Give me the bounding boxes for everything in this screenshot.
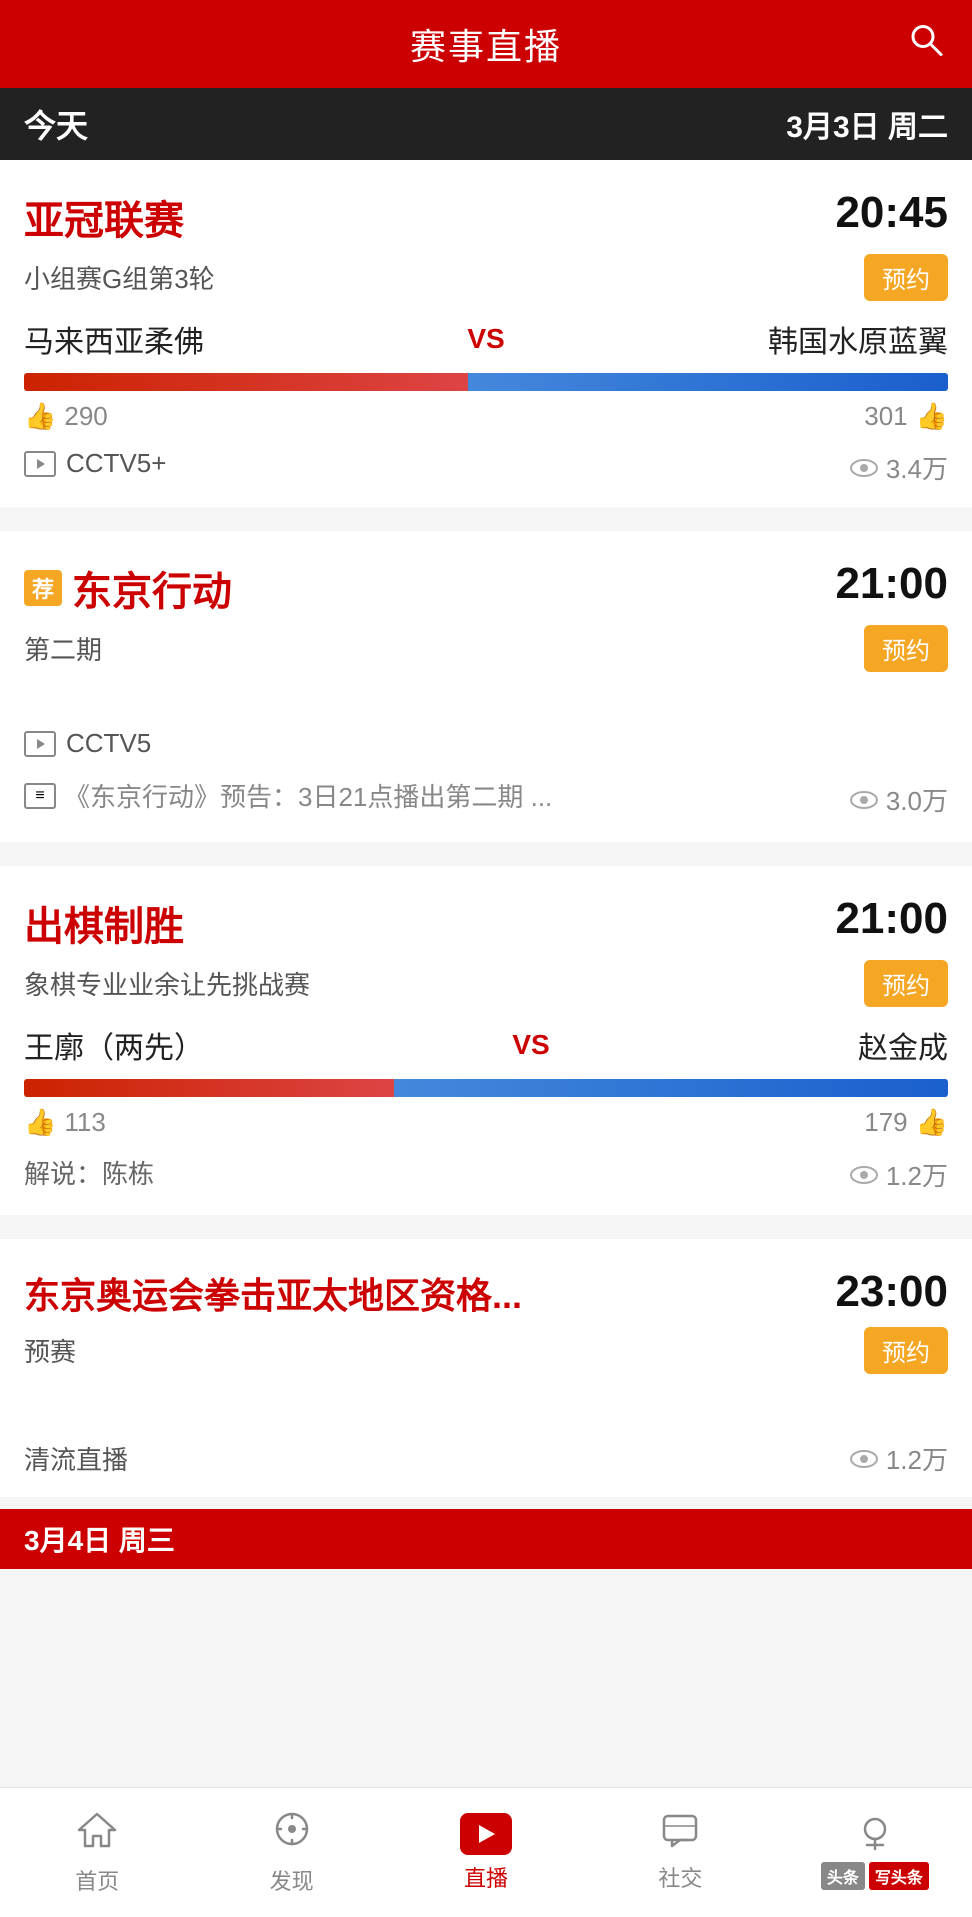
eye-icon-tokyo-action xyxy=(850,790,878,810)
main-content: 亚冠联赛 20:45 小组赛G组第3轮 预约 马来西亚柔佛 VS 韩国水原蓝翼 … xyxy=(0,160,972,1709)
toutiao-label: 头条 xyxy=(821,1862,865,1890)
views-row-boxing: 1.2万 xyxy=(850,1440,948,1477)
reserve-button-boxing[interactable]: 预约 xyxy=(864,1327,948,1374)
nav-item-home[interactable]: 首页 xyxy=(0,1810,194,1896)
channel-row-asian-cup: CCTV5+ xyxy=(24,448,166,479)
next-date-label: 3月4日 周三 xyxy=(24,1519,175,1559)
channel-name-boxing: 清流直播 xyxy=(24,1440,128,1477)
current-date: 3月3日 周二 xyxy=(786,102,948,146)
support-left-asian-cup xyxy=(24,373,468,391)
event-subtitle-asian-cup: 小组赛G组第3轮 xyxy=(24,259,215,296)
channel-name-tokyo-action: CCTV5 xyxy=(66,728,151,759)
thumb-up-right-icon: 👍 xyxy=(916,401,948,432)
toutiao-icon xyxy=(855,1815,895,1858)
event-subtitle-boxing: 预赛 xyxy=(24,1332,76,1369)
event-time-asian-cup: 20:45 xyxy=(835,188,948,238)
votes-left-chess: 113 xyxy=(64,1107,105,1138)
views-row-tokyo-action: 3.0万 xyxy=(850,781,948,818)
nav-item-live[interactable]: 直播 xyxy=(389,1813,583,1893)
team-left-chess: 王廓（两先） xyxy=(24,1023,204,1067)
nav-label-home: 首页 xyxy=(75,1864,119,1896)
nav-label-social: 社交 xyxy=(658,1861,702,1893)
votes-right-chess: 179 xyxy=(864,1107,907,1138)
app-header: 赛事直播 xyxy=(0,0,972,88)
eye-icon-asian-cup xyxy=(850,458,878,478)
support-bar-chess xyxy=(24,1079,948,1097)
eye-icon-chess xyxy=(850,1165,878,1185)
tv-icon-tokyo-action xyxy=(24,731,56,757)
live-icon xyxy=(460,1813,512,1855)
nav-label-live: 直播 xyxy=(464,1861,508,1893)
today-label: 今天 xyxy=(24,101,88,147)
support-right-chess xyxy=(394,1079,948,1097)
views-count-asian-cup: 3.4万 xyxy=(886,449,948,486)
event-time-chess: 21:00 xyxy=(835,894,948,944)
event-card-asian-cup: 亚冠联赛 20:45 小组赛G组第3轮 预约 马来西亚柔佛 VS 韩国水原蓝翼 … xyxy=(0,160,972,507)
event-card-tokyo-action: 荐 东京行动 21:00 第二期 预约 CCTV5 ≡ 《东京行动》预告：3日2… xyxy=(0,531,972,842)
event-card-chess: 出棋制胜 21:00 象棋专业业余让先挑战赛 预约 王廓（两先） VS 赵金成 … xyxy=(0,866,972,1215)
team-right-asian-cup: 韩国水原蓝翼 xyxy=(768,317,948,361)
commentator-chess: 解说：陈栋 xyxy=(24,1154,154,1191)
event-subtitle-chess: 象棋专业业余让先挑战赛 xyxy=(24,965,310,1002)
rec-badge-tokyo-action: 荐 xyxy=(24,570,62,606)
views-count-chess: 1.2万 xyxy=(886,1156,948,1193)
nav-item-social[interactable]: 社交 xyxy=(583,1812,777,1893)
team-left-asian-cup: 马来西亚柔佛 xyxy=(24,317,204,361)
event-title-chess[interactable]: 出棋制胜 xyxy=(24,894,184,952)
votes-right-asian-cup: 301 xyxy=(864,401,907,432)
social-icon xyxy=(660,1812,700,1855)
match-teams-asian-cup: 马来西亚柔佛 VS 韩国水原蓝翼 xyxy=(24,317,948,361)
next-date-bar: 3月4日 周三 xyxy=(0,1509,972,1569)
eye-icon-boxing xyxy=(850,1449,878,1469)
write-toutiao-label: 写头条 xyxy=(869,1862,929,1890)
vs-label-asian-cup: VS xyxy=(467,323,504,355)
team-right-chess: 赵金成 xyxy=(858,1023,948,1067)
channel-row-tokyo-action: CCTV5 xyxy=(24,728,151,759)
channel-name-asian-cup: CCTV5+ xyxy=(66,448,166,479)
preview-text-tokyo-action: 《东京行动》预告：3日21点播出第二期 ... xyxy=(64,777,552,814)
views-count-tokyo-action: 3.0万 xyxy=(886,781,948,818)
preview-row-tokyo-action: ≡ 《东京行动》预告：3日21点播出第二期 ... xyxy=(24,777,552,814)
reserve-button-asian-cup[interactable]: 预约 xyxy=(864,254,948,301)
discover-icon xyxy=(272,1810,312,1858)
event-title-asian-cup[interactable]: 亚冠联赛 xyxy=(24,188,184,246)
vs-label-chess: VS xyxy=(512,1029,549,1061)
event-title-tokyo-action[interactable]: 东京行动 xyxy=(72,559,232,617)
support-left-chess xyxy=(24,1079,394,1097)
toutiao-labels: 头条 写头条 xyxy=(821,1862,929,1890)
preview-icon-tokyo-action: ≡ xyxy=(24,783,56,809)
views-count-boxing: 1.2万 xyxy=(886,1440,948,1477)
date-bar: 今天 3月3日 周二 xyxy=(0,88,972,160)
event-time-boxing: 23:00 xyxy=(835,1267,948,1317)
thumb-up-right-icon-chess: 👍 xyxy=(916,1107,948,1138)
reserve-button-chess[interactable]: 预约 xyxy=(864,960,948,1007)
event-title-boxing[interactable]: 东京奥运会拳击亚太地区资格... xyxy=(24,1267,522,1319)
thumb-up-left-icon-chess: 👍 xyxy=(24,1107,56,1138)
search-icon[interactable] xyxy=(908,22,944,67)
tv-icon-asian-cup xyxy=(24,451,56,477)
event-card-boxing: 东京奥运会拳击亚太地区资格... 23:00 预赛 预约 清流直播 1.2万 xyxy=(0,1239,972,1497)
reserve-button-tokyo-action[interactable]: 预约 xyxy=(864,625,948,672)
support-bar-asian-cup xyxy=(24,373,948,391)
votes-row-chess: 👍 113 179 👍 xyxy=(24,1107,948,1138)
match-teams-chess: 王廓（两先） VS 赵金成 xyxy=(24,1023,948,1067)
nav-item-toutiao[interactable]: 头条 写头条 xyxy=(778,1815,972,1890)
event-subtitle-tokyo-action: 第二期 xyxy=(24,630,102,667)
votes-left-asian-cup: 290 xyxy=(64,401,107,432)
views-row-asian-cup: 3.4万 xyxy=(850,449,948,486)
nav-item-discover[interactable]: 发现 xyxy=(194,1810,388,1896)
event-time-tokyo-action: 21:00 xyxy=(835,559,948,609)
views-row-chess: 1.2万 xyxy=(850,1156,948,1193)
header-title: 赛事直播 xyxy=(410,18,562,70)
votes-row-asian-cup: 👍 290 301 👍 xyxy=(24,401,948,432)
home-icon xyxy=(77,1810,117,1858)
thumb-up-left-icon: 👍 xyxy=(24,401,56,432)
bottom-navigation: 首页 发现 直播 xyxy=(0,1787,972,1917)
nav-label-discover: 发现 xyxy=(270,1864,314,1896)
support-right-asian-cup xyxy=(468,373,948,391)
